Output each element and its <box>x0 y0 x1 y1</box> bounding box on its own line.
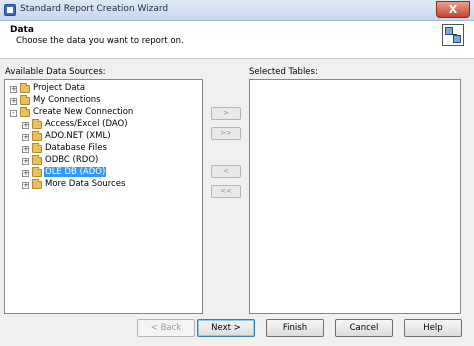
folder-icon <box>32 119 42 129</box>
folder-icon <box>32 131 42 141</box>
collapse-icon[interactable]: - <box>10 110 17 117</box>
folder-icon <box>32 167 42 177</box>
finish-button[interactable]: Finish <box>266 319 324 337</box>
folder-icon <box>32 179 42 189</box>
expand-icon[interactable]: + <box>22 122 29 129</box>
step-subtitle: Choose the data you want to report on. <box>16 36 184 46</box>
tree-item-label: Create New Connection <box>33 107 134 117</box>
step-title: Data <box>10 25 34 35</box>
expand-icon[interactable]: + <box>10 98 17 105</box>
expand-icon[interactable]: + <box>22 182 29 189</box>
expand-icon[interactable]: + <box>22 158 29 165</box>
tree-item-label: Project Data <box>33 83 86 93</box>
close-button[interactable]: X <box>436 1 470 18</box>
folder-icon <box>20 83 30 93</box>
tree-item-label: My Connections <box>33 95 101 105</box>
expand-icon[interactable]: + <box>10 86 17 93</box>
folder-icon <box>20 95 30 105</box>
cancel-button[interactable]: Cancel <box>335 319 393 337</box>
remove-table-button[interactable]: < <box>211 165 241 178</box>
tree-item-label: Access/Excel (DAO) <box>45 119 128 129</box>
wizard-header: Data Choose the data you want to report … <box>0 21 474 59</box>
tree-item-label: Database Files <box>45 143 107 153</box>
help-button[interactable]: Help <box>404 319 462 337</box>
back-button[interactable]: < Back <box>137 319 195 337</box>
tree-item-label: More Data Sources <box>45 179 126 189</box>
data-source-tree[interactable]: + Project Data + My Connections - Create… <box>4 79 203 314</box>
title-bar: Standard Report Creation Wizard X <box>0 0 474 21</box>
tree-item-label: OLE DB (ADO) <box>44 167 107 177</box>
folder-icon <box>20 107 30 117</box>
add-table-button[interactable]: > <box>211 107 241 120</box>
window-title: Standard Report Creation Wizard <box>20 4 169 14</box>
expand-icon[interactable]: + <box>22 170 29 177</box>
app-icon <box>4 4 16 16</box>
folder-icon <box>32 143 42 153</box>
expand-icon[interactable]: + <box>22 134 29 141</box>
available-data-sources-label: Available Data Sources: <box>5 67 106 77</box>
selected-tables-list[interactable] <box>249 79 461 314</box>
tree-item-label: ADO.NET (XML) <box>45 131 111 141</box>
next-button[interactable]: Next > <box>197 319 255 337</box>
tree-item-label: ODBC (RDO) <box>45 155 99 165</box>
remove-all-tables-button[interactable]: << <box>211 185 241 198</box>
folder-icon <box>32 155 42 165</box>
selected-tables-label: Selected Tables: <box>249 67 318 77</box>
table-link-icon <box>442 24 464 46</box>
expand-icon[interactable]: + <box>22 146 29 153</box>
add-all-tables-button[interactable]: >> <box>211 127 241 140</box>
